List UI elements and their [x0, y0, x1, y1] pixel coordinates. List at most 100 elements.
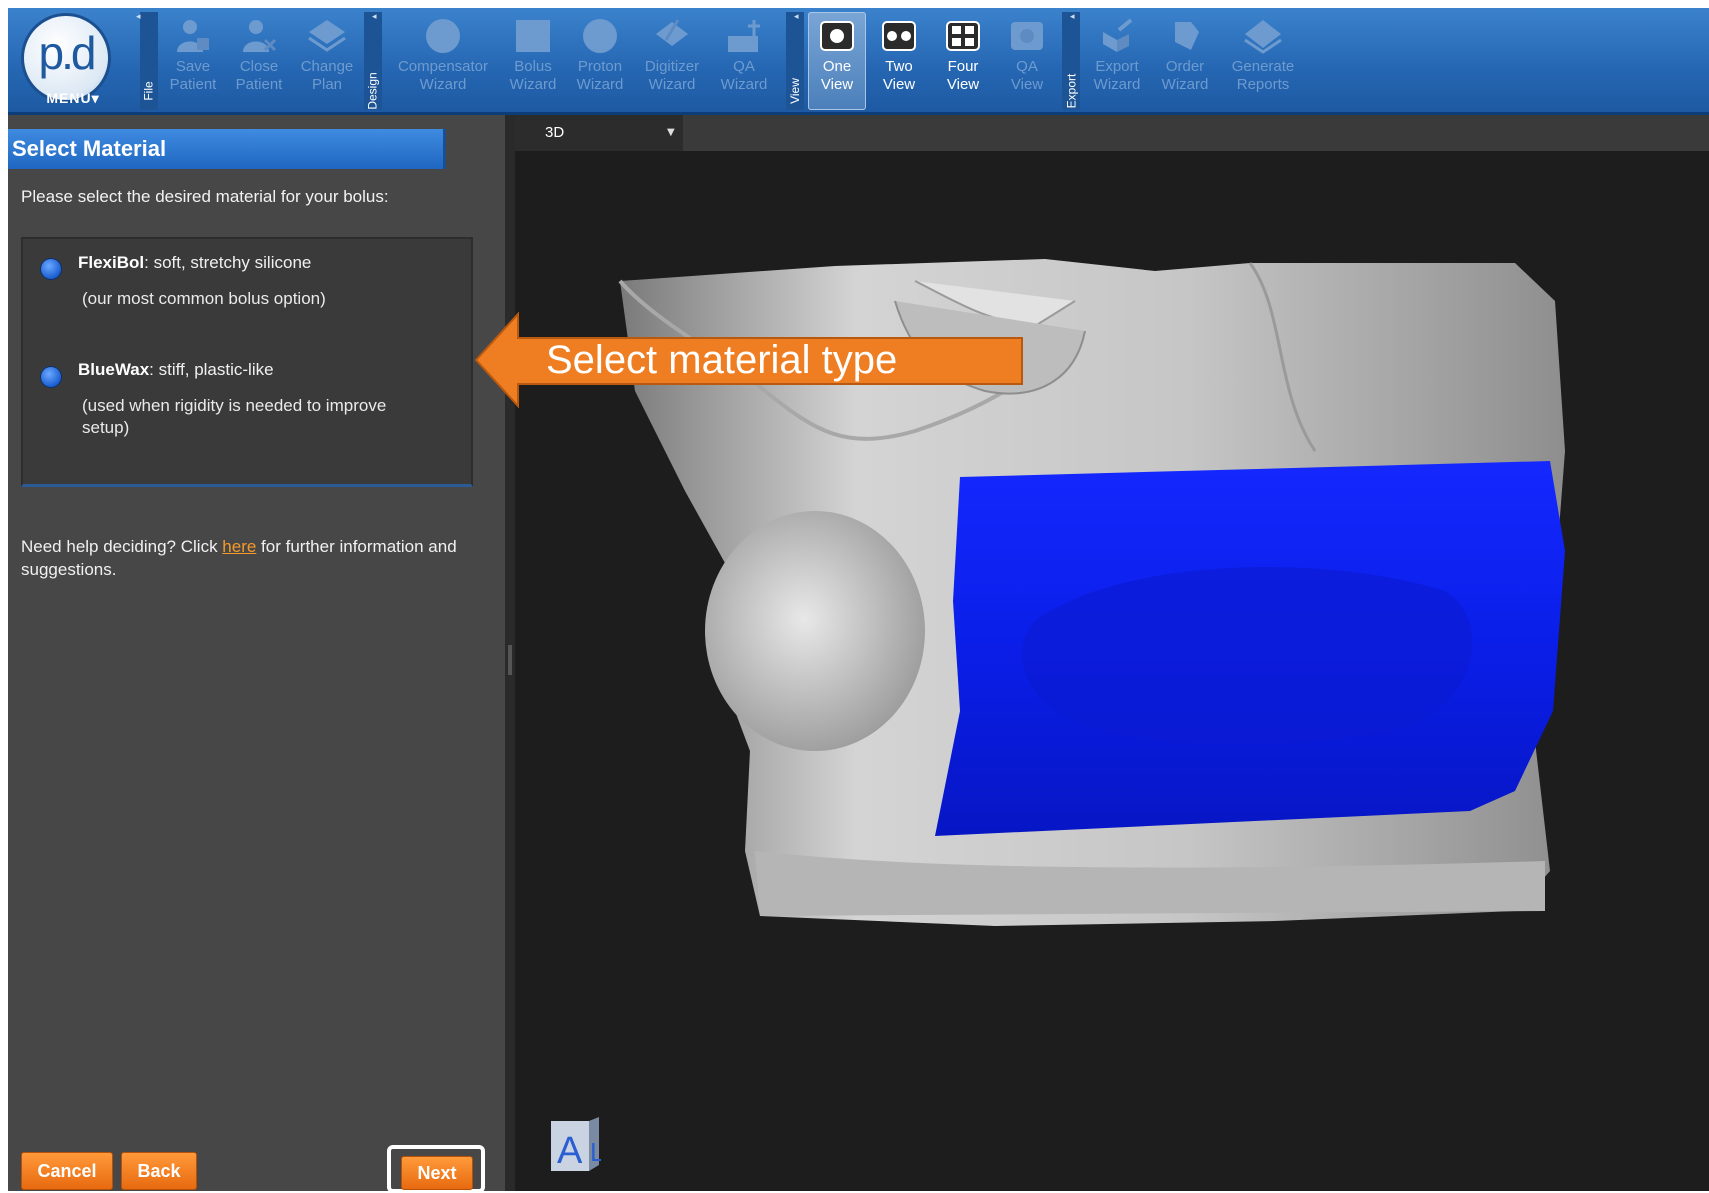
- qa-wizard-button[interactable]: QA Wizard: [712, 12, 776, 110]
- qa-view-icon: [1011, 22, 1043, 50]
- two-view-button[interactable]: Two View: [870, 12, 928, 110]
- close-patient-button[interactable]: Close Patient: [228, 12, 290, 110]
- four-view-line2: View: [946, 76, 980, 93]
- bluewax-name: BlueWax: [78, 360, 150, 379]
- 3d-viewport[interactable]: 3D ▼ A L: [515, 115, 1709, 1191]
- collapse-icon[interactable]: ◂: [372, 12, 380, 22]
- cancel-button[interactable]: Cancel: [21, 1152, 113, 1190]
- next-button[interactable]: Next: [401, 1156, 473, 1190]
- qa-view-button[interactable]: QA View: [998, 12, 1056, 110]
- proton-wizard-line2: Wizard: [576, 76, 624, 93]
- export-wizard-button[interactable]: Export Wizard: [1084, 12, 1150, 110]
- splitter-grip[interactable]: [508, 645, 512, 675]
- menu-button[interactable]: p.d MENU▾: [14, 12, 140, 110]
- export-wizard-line1: Export: [1095, 58, 1139, 75]
- group-label-view[interactable]: View: [786, 12, 804, 110]
- back-button[interactable]: Back: [121, 1152, 197, 1190]
- proton-wizard-icon: [583, 19, 617, 53]
- view-mode-dropdown[interactable]: 3D: [515, 115, 683, 151]
- proton-wizard-line1: Proton: [577, 58, 623, 75]
- material-prompt: Please select the desired material for y…: [21, 187, 389, 206]
- group-label-design[interactable]: Design: [364, 12, 382, 110]
- bluewax-desc: : stiff, plastic-like: [149, 360, 274, 379]
- callout-text: Select material type: [546, 338, 898, 382]
- logo-text: p.d: [38, 27, 97, 79]
- generate-reports-line1: Generate: [1231, 58, 1295, 75]
- group-label-export[interactable]: Export: [1062, 12, 1080, 110]
- save-patient-button[interactable]: Save Patient: [162, 12, 224, 110]
- close-patient-line1: Close: [239, 58, 279, 75]
- compensator-wizard-button[interactable]: Compensator Wizard: [388, 12, 498, 110]
- bolus-wizard-icon: [516, 20, 550, 52]
- order-wizard-icon: [1175, 22, 1199, 50]
- qa-wizard-line1: QA: [733, 58, 755, 75]
- bluewax-option-label[interactable]: BlueWax: stiff, plastic-like: [78, 360, 274, 380]
- cube-side-label: L: [590, 1137, 601, 1167]
- one-view-line1: One: [822, 58, 852, 75]
- collapse-icon[interactable]: ◂: [1070, 12, 1078, 22]
- proton-wizard-button[interactable]: Proton Wizard: [568, 12, 632, 110]
- flexibol-desc: : soft, stretchy silicone: [144, 253, 312, 272]
- bolus-overlay[interactable]: [935, 461, 1565, 836]
- collapse-icon[interactable]: ◂: [794, 12, 802, 22]
- change-plan-button[interactable]: Change Plan: [294, 12, 360, 110]
- qa-wizard-icon: [728, 20, 760, 52]
- compensator-wizard-line1: Compensator: [397, 58, 489, 75]
- order-wizard-line1: Order: [1165, 58, 1205, 75]
- help-prefix: Need help deciding? Click: [21, 537, 223, 556]
- four-view-button[interactable]: Four View: [932, 12, 994, 110]
- save-patient-icon: [177, 20, 209, 52]
- panel-title: Select Material: [8, 129, 446, 169]
- menu-label: MENU▾: [46, 90, 100, 106]
- bluewax-note: (used when rigidity is needed to improve…: [82, 396, 387, 437]
- two-view-line1: Two: [885, 58, 913, 75]
- compensator-wizard-line2: Wizard: [419, 76, 467, 93]
- ribbon-toolbar: p.d MENU▾ File ◂ Save Patient Close Pati…: [8, 8, 1709, 115]
- close-patient-line2: Patient: [235, 76, 283, 93]
- wizard-panel: Select Material Please select the desire…: [8, 115, 505, 1193]
- two-view-line2: View: [882, 76, 916, 93]
- digitizer-wizard-line1: Digitizer: [644, 58, 700, 75]
- help-text: Need help deciding? Click here for furth…: [21, 535, 471, 581]
- flexibol-name: FlexiBol: [78, 253, 145, 272]
- flexibol-note: (our most common bolus option): [82, 289, 326, 308]
- export-wizard-icon: [1103, 18, 1133, 52]
- view-header: 3D ▼: [515, 115, 1709, 151]
- help-link[interactable]: here: [222, 537, 256, 556]
- change-plan-line2: Plan: [311, 76, 343, 93]
- flexibol-option-label[interactable]: FlexiBol: soft, stretchy silicone: [78, 253, 311, 273]
- bolus-wizard-button[interactable]: Bolus Wizard: [502, 12, 564, 110]
- one-view-button[interactable]: One View: [808, 12, 866, 110]
- orientation-cube[interactable]: A L: [545, 1115, 601, 1175]
- four-view-icon: [946, 21, 980, 51]
- bolus-wizard-line2: Wizard: [509, 76, 557, 93]
- patient-model-render[interactable]: [515, 151, 1709, 1191]
- qa-view-line2: View: [1010, 76, 1044, 93]
- bluewax-radio[interactable]: [41, 367, 61, 387]
- one-view-line2: View: [820, 76, 854, 93]
- cube-front-label: A: [557, 1130, 583, 1172]
- panel-splitter[interactable]: [505, 115, 515, 1191]
- material-options: FlexiBol: soft, stretchy silicone (our m…: [21, 237, 473, 487]
- close-patient-icon: [243, 20, 277, 52]
- save-patient-line1: Save: [175, 58, 211, 75]
- order-wizard-button[interactable]: Order Wizard: [1154, 12, 1216, 110]
- one-view-icon: [820, 21, 854, 51]
- change-plan-line1: Change: [300, 58, 354, 75]
- flexibol-radio[interactable]: [41, 259, 61, 279]
- digitizer-wizard-line2: Wizard: [648, 76, 696, 93]
- save-patient-line2: Patient: [169, 76, 217, 93]
- bolus-wizard-line1: Bolus: [514, 58, 552, 75]
- chevron-down-icon[interactable]: ▼: [667, 115, 675, 151]
- digitizer-wizard-button[interactable]: Digitizer Wizard: [636, 12, 708, 110]
- compensator-wizard-icon: [426, 19, 460, 53]
- group-label-file[interactable]: File: [140, 12, 158, 110]
- two-view-icon: [882, 21, 916, 51]
- generate-reports-line2: Reports: [1236, 76, 1290, 93]
- qa-view-line1: QA: [1016, 58, 1038, 75]
- change-plan-icon: [308, 20, 346, 52]
- generate-reports-button[interactable]: Generate Reports: [1220, 12, 1306, 110]
- generate-reports-icon: [1244, 20, 1282, 54]
- collapse-icon[interactable]: ◂: [136, 12, 144, 22]
- four-view-line1: Four: [947, 58, 979, 75]
